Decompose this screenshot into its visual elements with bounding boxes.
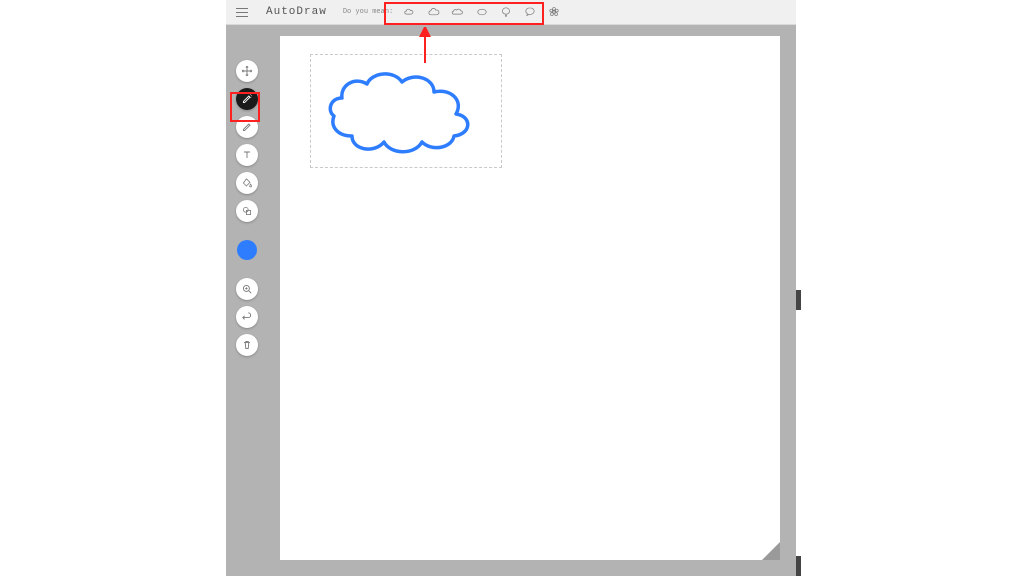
suggestion-speech-bubble[interactable] [523, 5, 537, 19]
canvas-resize-corner[interactable] [762, 542, 780, 560]
menu-icon[interactable] [230, 0, 254, 24]
toolbar [232, 60, 262, 356]
suggestion-cloud-wide[interactable] [451, 5, 465, 19]
suggestion-cloud-small[interactable] [403, 5, 417, 19]
tool-text[interactable] [236, 144, 258, 166]
suggestion-prompt: Do you mean: [343, 8, 393, 16]
tool-delete[interactable] [236, 334, 258, 356]
tool-autodraw[interactable] [236, 88, 258, 110]
app-window: AutoDraw Do you mean: [226, 0, 796, 576]
drawing-canvas[interactable] [280, 36, 780, 560]
tool-shape[interactable] [236, 200, 258, 222]
tool-undo[interactable] [236, 306, 258, 328]
tool-color[interactable] [237, 240, 257, 260]
tool-draw[interactable] [236, 116, 258, 138]
app-title: AutoDraw [266, 6, 327, 18]
scroll-indicator [796, 556, 801, 576]
suggestion-flower[interactable] [547, 5, 561, 19]
tool-fill[interactable] [236, 172, 258, 194]
suggestion-bar [403, 0, 561, 24]
scroll-indicator [796, 290, 801, 310]
suggestion-cloud[interactable] [427, 5, 441, 19]
top-bar: AutoDraw Do you mean: [226, 0, 796, 25]
user-drawing-cloud[interactable] [322, 66, 492, 161]
tool-zoom[interactable] [236, 278, 258, 300]
suggestion-ellipse[interactable] [475, 5, 489, 19]
tool-move[interactable] [236, 60, 258, 82]
suggestion-tree[interactable] [499, 5, 513, 19]
